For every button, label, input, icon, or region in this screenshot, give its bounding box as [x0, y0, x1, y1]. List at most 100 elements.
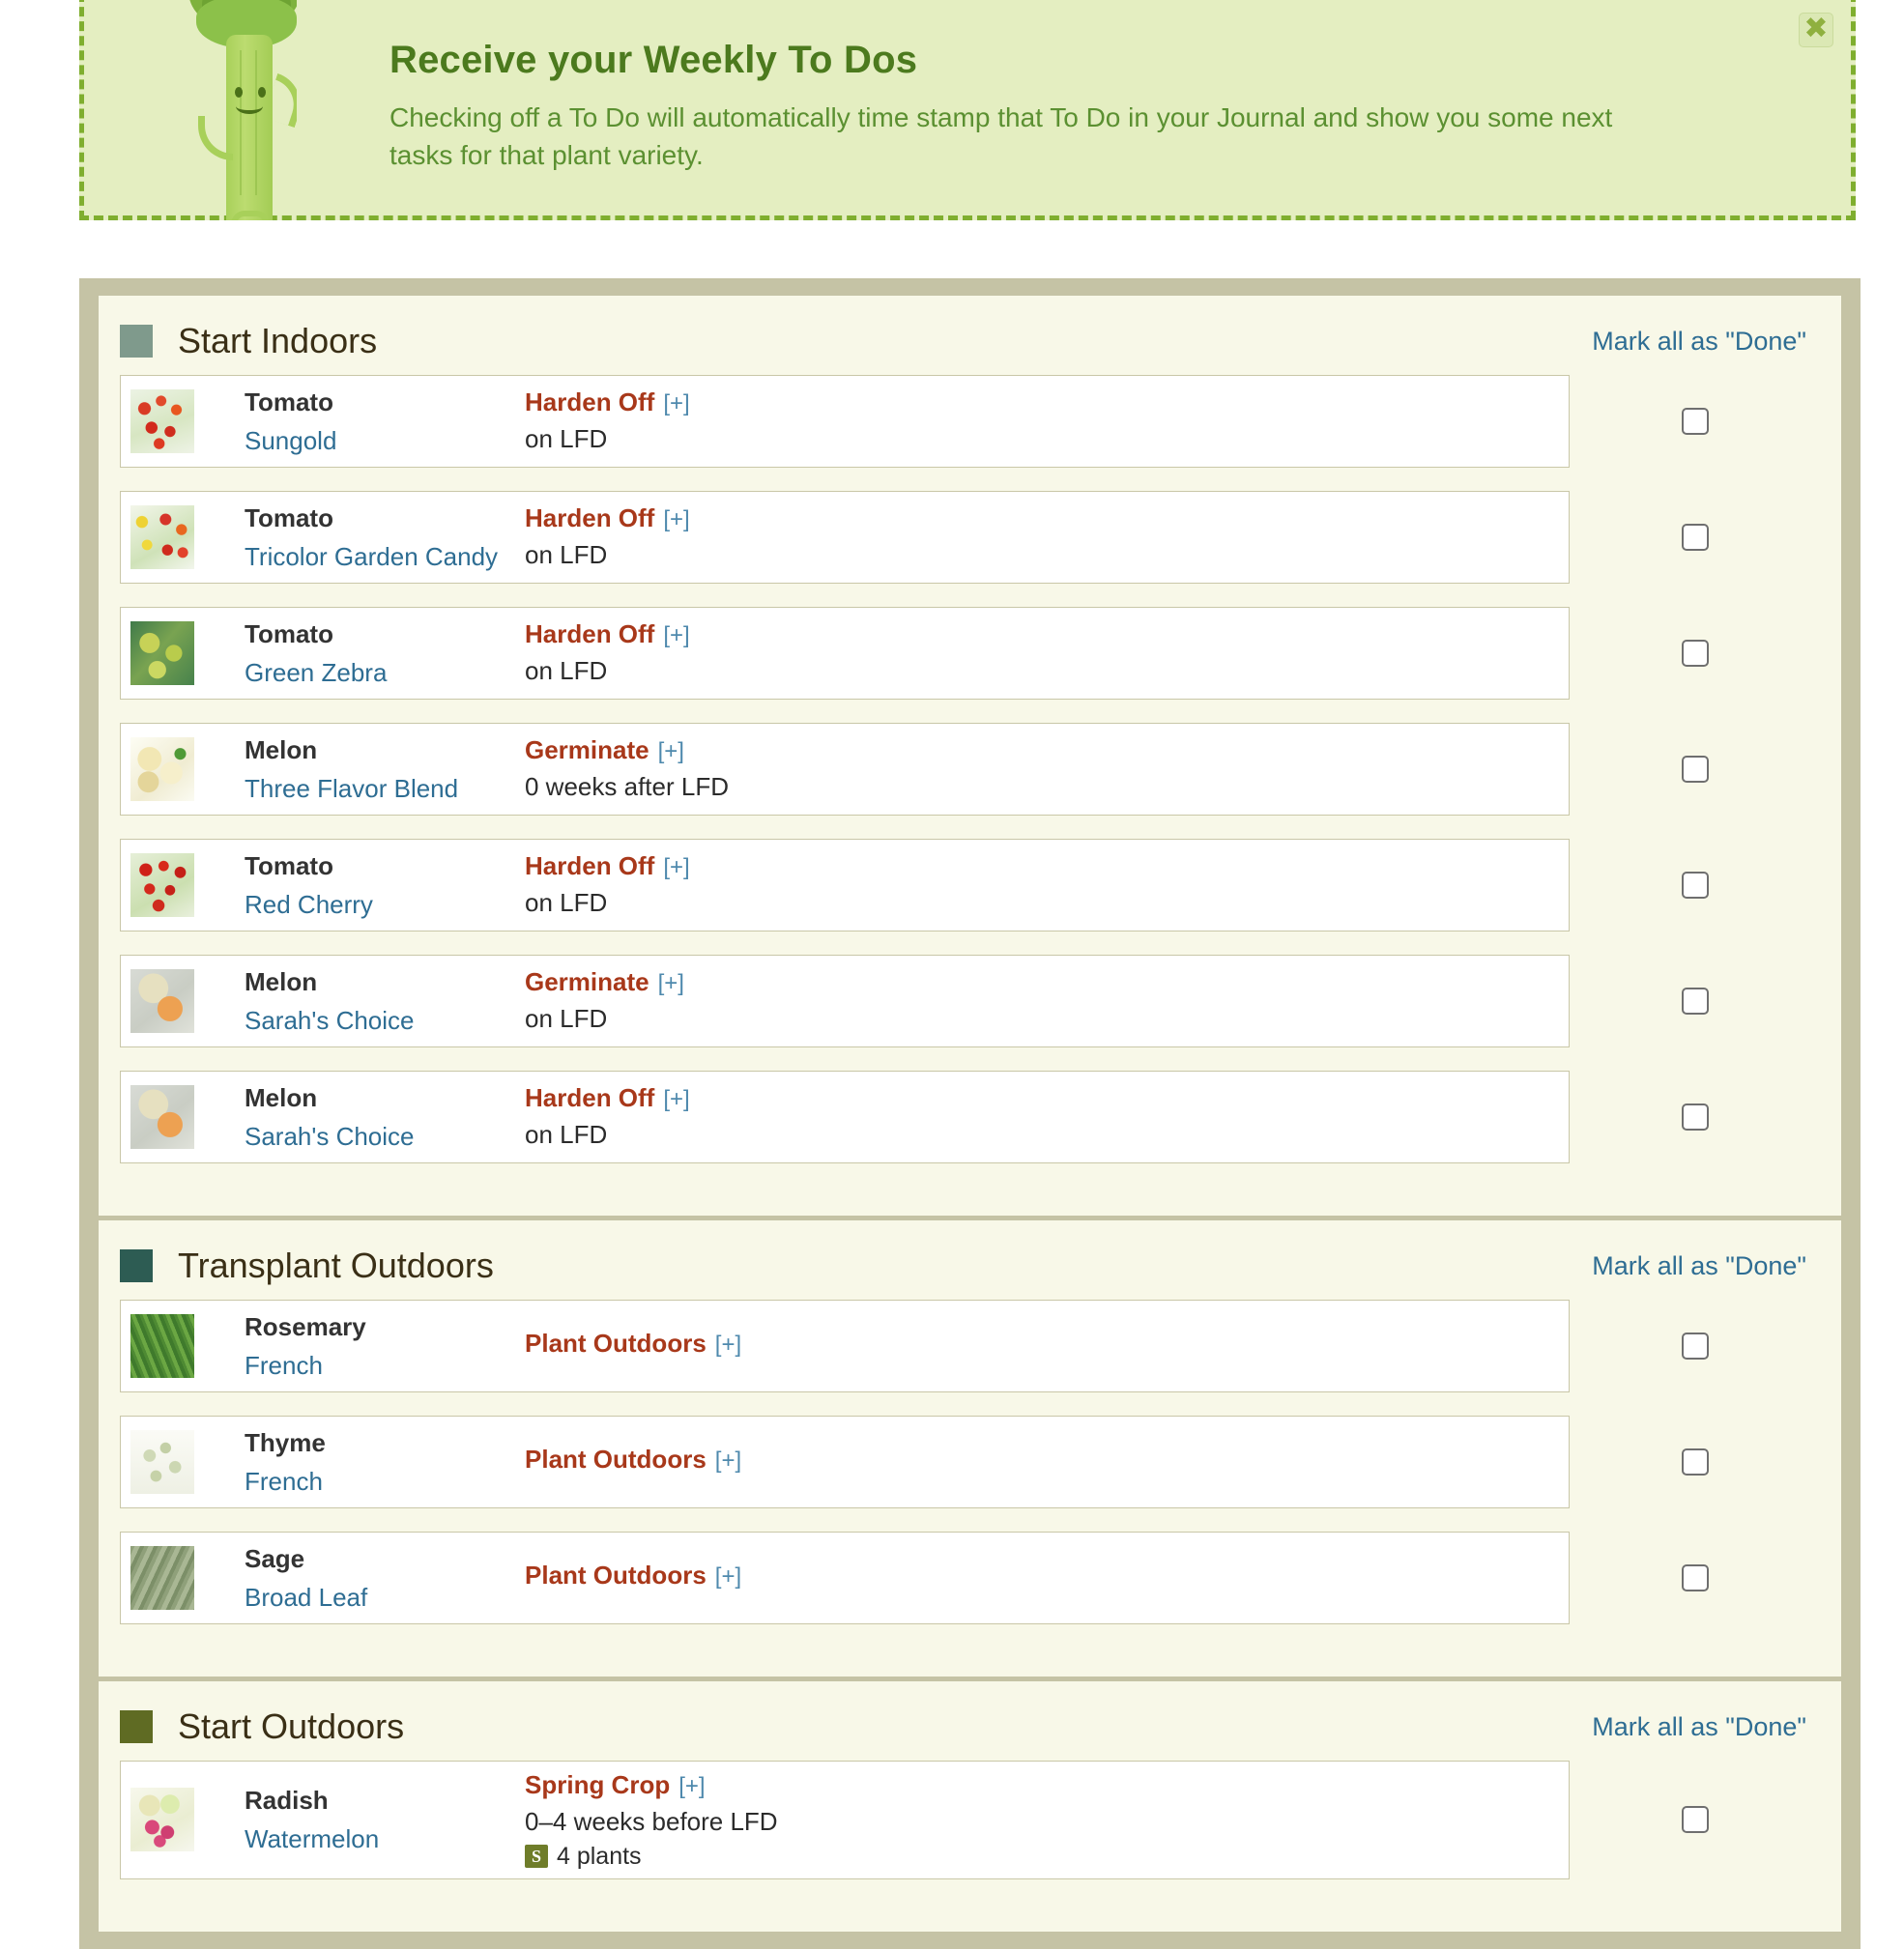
mark-all-as-done-link[interactable]: Mark all as "Done" — [1592, 327, 1812, 357]
task-row-list: Tomato Sungold Harden Off [+] on LFD Tomato Tr… — [99, 375, 1841, 1163]
plant-variety-link[interactable]: French — [245, 1350, 525, 1382]
plant-variety-link[interactable]: Sarah's Choice — [245, 1121, 525, 1153]
mark-all-as-done-link[interactable]: Mark all as "Done" — [1592, 1712, 1812, 1742]
section-header: Start Outdoors Mark all as "Done" — [99, 1681, 1841, 1761]
task-timing: on LFD — [525, 1120, 608, 1149]
task-timing: 0 weeks after LFD — [525, 772, 729, 801]
celery-mascot-icon — [84, 0, 297, 220]
task-name-line: Harden Off [+] — [525, 850, 1549, 883]
task-done-checkbox[interactable] — [1681, 1448, 1709, 1476]
task-done-checkbox[interactable] — [1681, 872, 1709, 899]
task-row: Melon Three Flavor Blend Germinate [+] 0 wee… — [120, 723, 1820, 816]
sungold-tomato-thumbnail[interactable] — [130, 389, 194, 453]
expand-task-plus-icon[interactable]: [+] — [663, 506, 689, 532]
task-name-line: Plant Outdoors [+] — [525, 1444, 1549, 1476]
todo-list-container: Start Indoors Mark all as "Done" Tomato Sun… — [79, 278, 1861, 1949]
task-name-link[interactable]: Plant Outdoors — [525, 1445, 707, 1474]
task-done-checkbox[interactable] — [1681, 1333, 1709, 1360]
checkbox-cell — [1570, 955, 1820, 1047]
task-info: Harden Off [+] on LFD — [525, 618, 1569, 688]
expand-task-plus-icon[interactable]: [+] — [663, 622, 689, 648]
expand-task-plus-icon[interactable]: [+] — [663, 854, 689, 880]
green-zebra-tomato-thumbnail[interactable] — [130, 621, 194, 685]
plant-variety-link[interactable]: Red Cherry — [245, 889, 525, 921]
plant-variety-link[interactable]: Tricolor Garden Candy — [245, 541, 525, 573]
expand-task-plus-icon[interactable]: [+] — [663, 390, 689, 416]
french-thyme-thumbnail[interactable] — [130, 1430, 194, 1494]
task-name-line: Spring Crop [+] — [525, 1769, 1549, 1802]
task-quantity-label: 4 plants — [557, 1842, 642, 1870]
expand-task-plus-icon[interactable]: [+] — [663, 1086, 689, 1112]
sarahs-choice-melon-thumbnail[interactable] — [130, 969, 194, 1033]
task-done-checkbox[interactable] — [1681, 640, 1709, 667]
tricolor-garden-candy-tomato-thumbnail[interactable] — [130, 505, 194, 569]
task-row-list: Rosemary French Plant Outdoors [+] Thyme Fren… — [99, 1300, 1841, 1624]
checkbox-cell — [1570, 1761, 1820, 1879]
broad-leaf-sage-thumbnail[interactable] — [130, 1546, 194, 1610]
task-done-checkbox[interactable] — [1681, 408, 1709, 435]
plant-variety-link[interactable]: Watermelon — [245, 1823, 525, 1855]
task-info: Harden Off [+] on LFD — [525, 850, 1569, 920]
task-done-checkbox[interactable] — [1681, 988, 1709, 1015]
expand-task-plus-icon[interactable]: [+] — [715, 1563, 741, 1590]
watermelon-radish-thumbnail[interactable] — [130, 1788, 194, 1852]
task-name-link[interactable]: Harden Off — [525, 503, 654, 532]
task-name-link[interactable]: Plant Outdoors — [525, 1329, 707, 1358]
task-name-link[interactable]: Harden Off — [525, 619, 654, 648]
french-rosemary-thumbnail[interactable] — [130, 1314, 194, 1378]
task-done-checkbox[interactable] — [1681, 1806, 1709, 1834]
task-row-list: Radish Watermelon Spring Crop [+] 0–4 weeks … — [99, 1761, 1841, 1879]
task-info: Plant Outdoors [+] — [525, 1328, 1569, 1364]
section-color-swatch-icon — [120, 1249, 153, 1282]
task-name-link[interactable]: Harden Off — [525, 387, 654, 416]
section-color-swatch-icon — [120, 1710, 153, 1743]
plant-name: Rosemary — [245, 1311, 366, 1341]
task-row: Tomato Green Zebra Harden Off [+] on LFD — [120, 607, 1820, 700]
red-cherry-tomato-thumbnail[interactable] — [130, 853, 194, 917]
task-info: Harden Off [+] on LFD — [525, 1082, 1569, 1152]
plant-variety-link[interactable]: Sarah's Choice — [245, 1005, 525, 1037]
task-name-link[interactable]: Germinate — [525, 735, 649, 764]
task-info: Germinate [+] 0 weeks after LFD — [525, 734, 1569, 804]
plant-variety-link[interactable]: Sungold — [245, 425, 525, 457]
expand-task-plus-icon[interactable]: [+] — [678, 1773, 705, 1799]
expand-task-plus-icon[interactable]: [+] — [715, 1447, 741, 1474]
expand-task-plus-icon[interactable]: [+] — [715, 1332, 741, 1358]
task-timing: on LFD — [525, 540, 608, 569]
task-row: Tomato Tricolor Garden Candy Harden Off [+]… — [120, 491, 1820, 584]
task-done-checkbox[interactable] — [1681, 1564, 1709, 1591]
plant-variety-link[interactable]: Green Zebra — [245, 657, 525, 689]
expand-task-plus-icon[interactable]: [+] — [658, 970, 684, 996]
task-timing: on LFD — [525, 1004, 608, 1033]
task-name-link[interactable]: Germinate — [525, 967, 649, 996]
task-done-checkbox[interactable] — [1681, 1103, 1709, 1131]
section-title: Start Outdoors — [178, 1706, 405, 1746]
task-timing: 0–4 weeks before LFD — [525, 1806, 778, 1836]
section-header: Transplant Outdoors Mark all as "Done" — [99, 1220, 1841, 1300]
checkbox-cell — [1570, 1416, 1820, 1508]
close-icon[interactable]: ✖ — [1799, 13, 1833, 47]
plant-variety-link[interactable]: French — [245, 1466, 525, 1498]
task-name-line: Plant Outdoors [+] — [525, 1560, 1549, 1592]
task-name-link[interactable]: Harden Off — [525, 851, 654, 880]
plant-name: Radish — [245, 1786, 329, 1816]
sarahs-choice-melon-thumbnail[interactable] — [130, 1085, 194, 1149]
task-name-link[interactable]: Spring Crop — [525, 1770, 670, 1799]
task-quantity: S 4 plants — [525, 1843, 1549, 1871]
task-row: Melon Sarah's Choice Germinate [+] on LFD — [120, 955, 1820, 1047]
task-done-checkbox[interactable] — [1681, 524, 1709, 551]
section-header: Start Indoors Mark all as "Done" — [99, 296, 1841, 375]
task-timing: on LFD — [525, 424, 608, 453]
checkbox-cell — [1570, 607, 1820, 700]
task-done-checkbox[interactable] — [1681, 756, 1709, 783]
three-flavor-blend-melon-thumbnail[interactable] — [130, 737, 194, 801]
plant-info: Tomato Green Zebra — [245, 618, 525, 688]
plant-variety-link[interactable]: Three Flavor Blend — [245, 773, 525, 805]
mark-all-as-done-link[interactable]: Mark all as "Done" — [1592, 1251, 1812, 1281]
task-name-link[interactable]: Harden Off — [525, 1083, 654, 1112]
expand-task-plus-icon[interactable]: [+] — [658, 738, 684, 764]
plant-name: Sage — [245, 1543, 305, 1573]
task-info: Germinate [+] on LFD — [525, 966, 1569, 1036]
plant-variety-link[interactable]: Broad Leaf — [245, 1582, 525, 1614]
task-name-link[interactable]: Plant Outdoors — [525, 1561, 707, 1590]
